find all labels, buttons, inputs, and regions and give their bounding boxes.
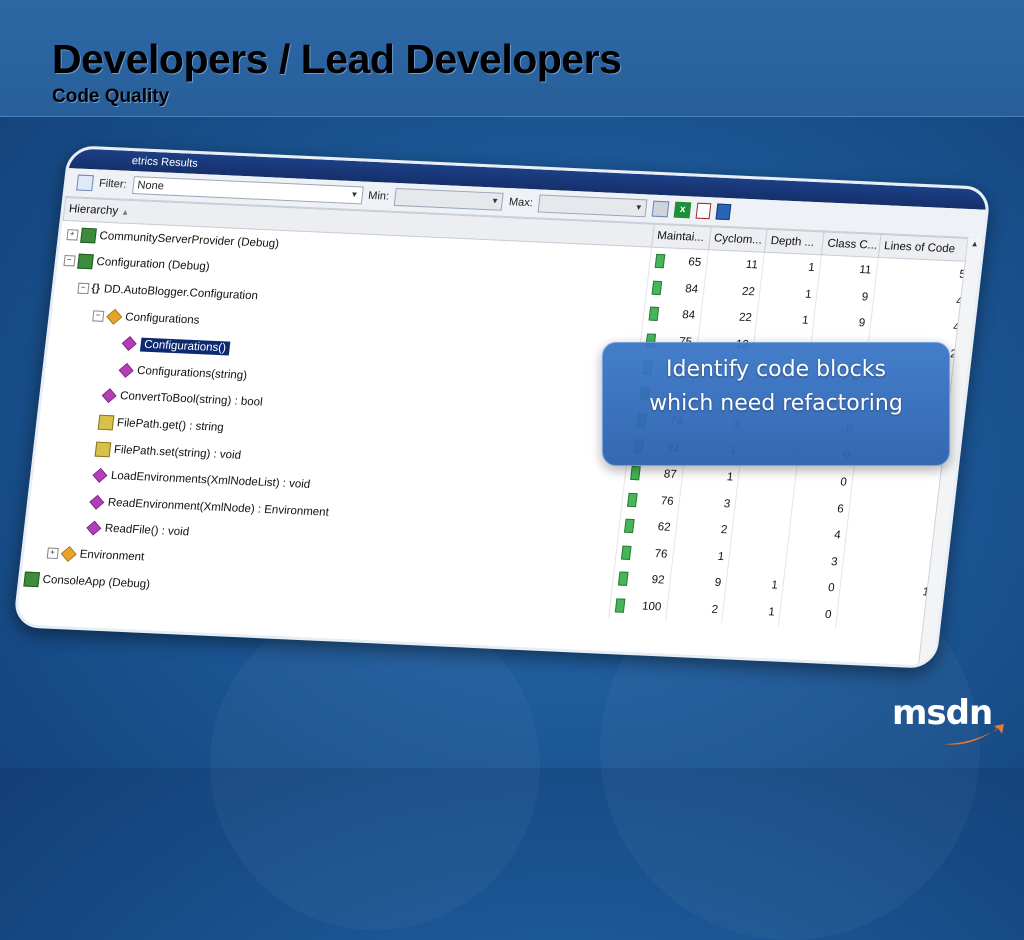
method-icon	[118, 362, 134, 378]
index-green-icon	[651, 280, 663, 295]
property-icon	[97, 414, 114, 431]
callout-text: Identify code blocks which need refactor…	[603, 353, 949, 421]
work-item-icon[interactable]	[695, 202, 712, 220]
index-green-icon	[630, 465, 641, 481]
scroll-up-icon[interactable]: ▲	[967, 237, 983, 252]
min-label: Min:	[367, 189, 390, 203]
column-header-maintainability[interactable]: Maintai...	[651, 224, 711, 250]
namespace-icon: {}	[90, 282, 101, 295]
filter-label: Filter:	[98, 177, 128, 191]
grid-icon[interactable]	[76, 174, 94, 192]
maintainability-cell: 92	[611, 565, 672, 595]
index-green-icon	[623, 518, 635, 534]
class-icon	[105, 308, 122, 325]
collapse-icon[interactable]: −	[91, 309, 104, 322]
depth-cell	[731, 517, 791, 547]
min-input[interactable]: ▼	[393, 187, 504, 211]
cyclomatic-cell: 11	[705, 249, 765, 280]
cyclomatic-cell: 3	[677, 488, 738, 518]
sort-ascending-icon: ▲	[120, 207, 130, 217]
column-header-class-coupling[interactable]: Class C...	[821, 231, 881, 258]
expand-icon[interactable]: +	[46, 547, 59, 559]
filter-dropdown[interactable]: None ▼	[131, 176, 364, 205]
method-icon	[101, 388, 117, 404]
apply-icon[interactable]	[651, 200, 670, 218]
method-icon	[121, 336, 137, 352]
coupling-cell: 3	[784, 546, 845, 576]
project-icon	[22, 571, 40, 587]
depth-cell: 1	[758, 279, 819, 309]
coupling-cell: 11	[818, 254, 879, 285]
depth-cell: 1	[755, 305, 816, 335]
column-header-depth[interactable]: Depth ...	[764, 229, 825, 255]
depth-cell	[734, 491, 794, 521]
method-icon	[92, 468, 107, 483]
cyclomatic-cell: 1	[671, 541, 732, 571]
index-green-icon	[648, 307, 660, 322]
collapse-icon[interactable]: −	[62, 255, 76, 267]
callout-line-1: Identify code blocks	[666, 357, 886, 382]
max-label: Max:	[508, 196, 534, 210]
cyclomatic-cell: 2	[665, 594, 725, 624]
index-green-icon	[617, 571, 629, 587]
cyclomatic-cell: 9	[668, 567, 729, 598]
msdn-swoosh-icon	[944, 724, 1004, 745]
coupling-cell: 9	[815, 281, 876, 311]
coupling-cell: 9	[812, 308, 873, 338]
depth-cell: 1	[761, 252, 822, 282]
background-decoration	[210, 600, 540, 930]
project-icon	[79, 227, 97, 244]
columns-icon[interactable]	[715, 203, 732, 221]
maintainability-cell: 84	[645, 274, 706, 304]
depth-cell	[737, 464, 798, 494]
index-green-icon	[654, 254, 666, 269]
maintainability-cell: 62	[617, 512, 678, 542]
depth-cell: 1	[721, 597, 782, 627]
callout-bubble: Identify code blocks which need refactor…	[602, 342, 950, 466]
callout-line-2: which need refactoring	[649, 391, 903, 416]
expand-icon[interactable]: +	[65, 228, 79, 241]
maintainability-cell: 84	[642, 300, 702, 330]
method-icon	[85, 521, 101, 536]
coupling-cell: 0	[781, 573, 842, 603]
maintainability-cell: 76	[620, 485, 681, 516]
index-green-icon	[626, 492, 638, 507]
maintainability-cell: 76	[614, 538, 675, 568]
depth-cell: 1	[724, 570, 785, 600]
coupling-cell: 0	[778, 599, 839, 629]
dropdown-arrow-icon[interactable]: ▼	[491, 196, 500, 205]
cyclomatic-cell: 1	[680, 462, 741, 492]
max-input[interactable]: ▼	[537, 194, 648, 218]
index-green-icon	[614, 598, 626, 613]
cyclomatic-cell: 22	[698, 303, 759, 333]
property-icon	[94, 441, 111, 457]
column-header-cyclomatic[interactable]: Cyclom...	[708, 226, 768, 253]
excel-export-icon[interactable]: x	[673, 201, 692, 219]
dropdown-arrow-icon[interactable]: ▼	[350, 190, 359, 199]
class-icon	[60, 545, 77, 562]
coupling-cell: 6	[790, 493, 851, 523]
maintainability-cell: 100	[608, 591, 669, 621]
maintainability-cell: 65	[648, 247, 709, 277]
collapse-icon[interactable]: −	[76, 282, 90, 295]
project-icon	[76, 254, 94, 270]
dropdown-arrow-icon[interactable]: ▼	[634, 203, 643, 212]
cyclomatic-cell: 2	[674, 515, 735, 545]
cyclomatic-cell: 22	[701, 276, 762, 306]
filter-value: None	[136, 179, 165, 193]
coupling-cell: 4	[787, 520, 848, 550]
index-green-icon	[620, 545, 632, 560]
depth-cell	[728, 544, 788, 574]
coupling-cell: 0	[793, 467, 854, 497]
slide-title: Developers / Lead Developers	[52, 36, 622, 82]
method-icon	[88, 494, 104, 510]
slide-subtitle: Code Quality	[52, 86, 170, 107]
